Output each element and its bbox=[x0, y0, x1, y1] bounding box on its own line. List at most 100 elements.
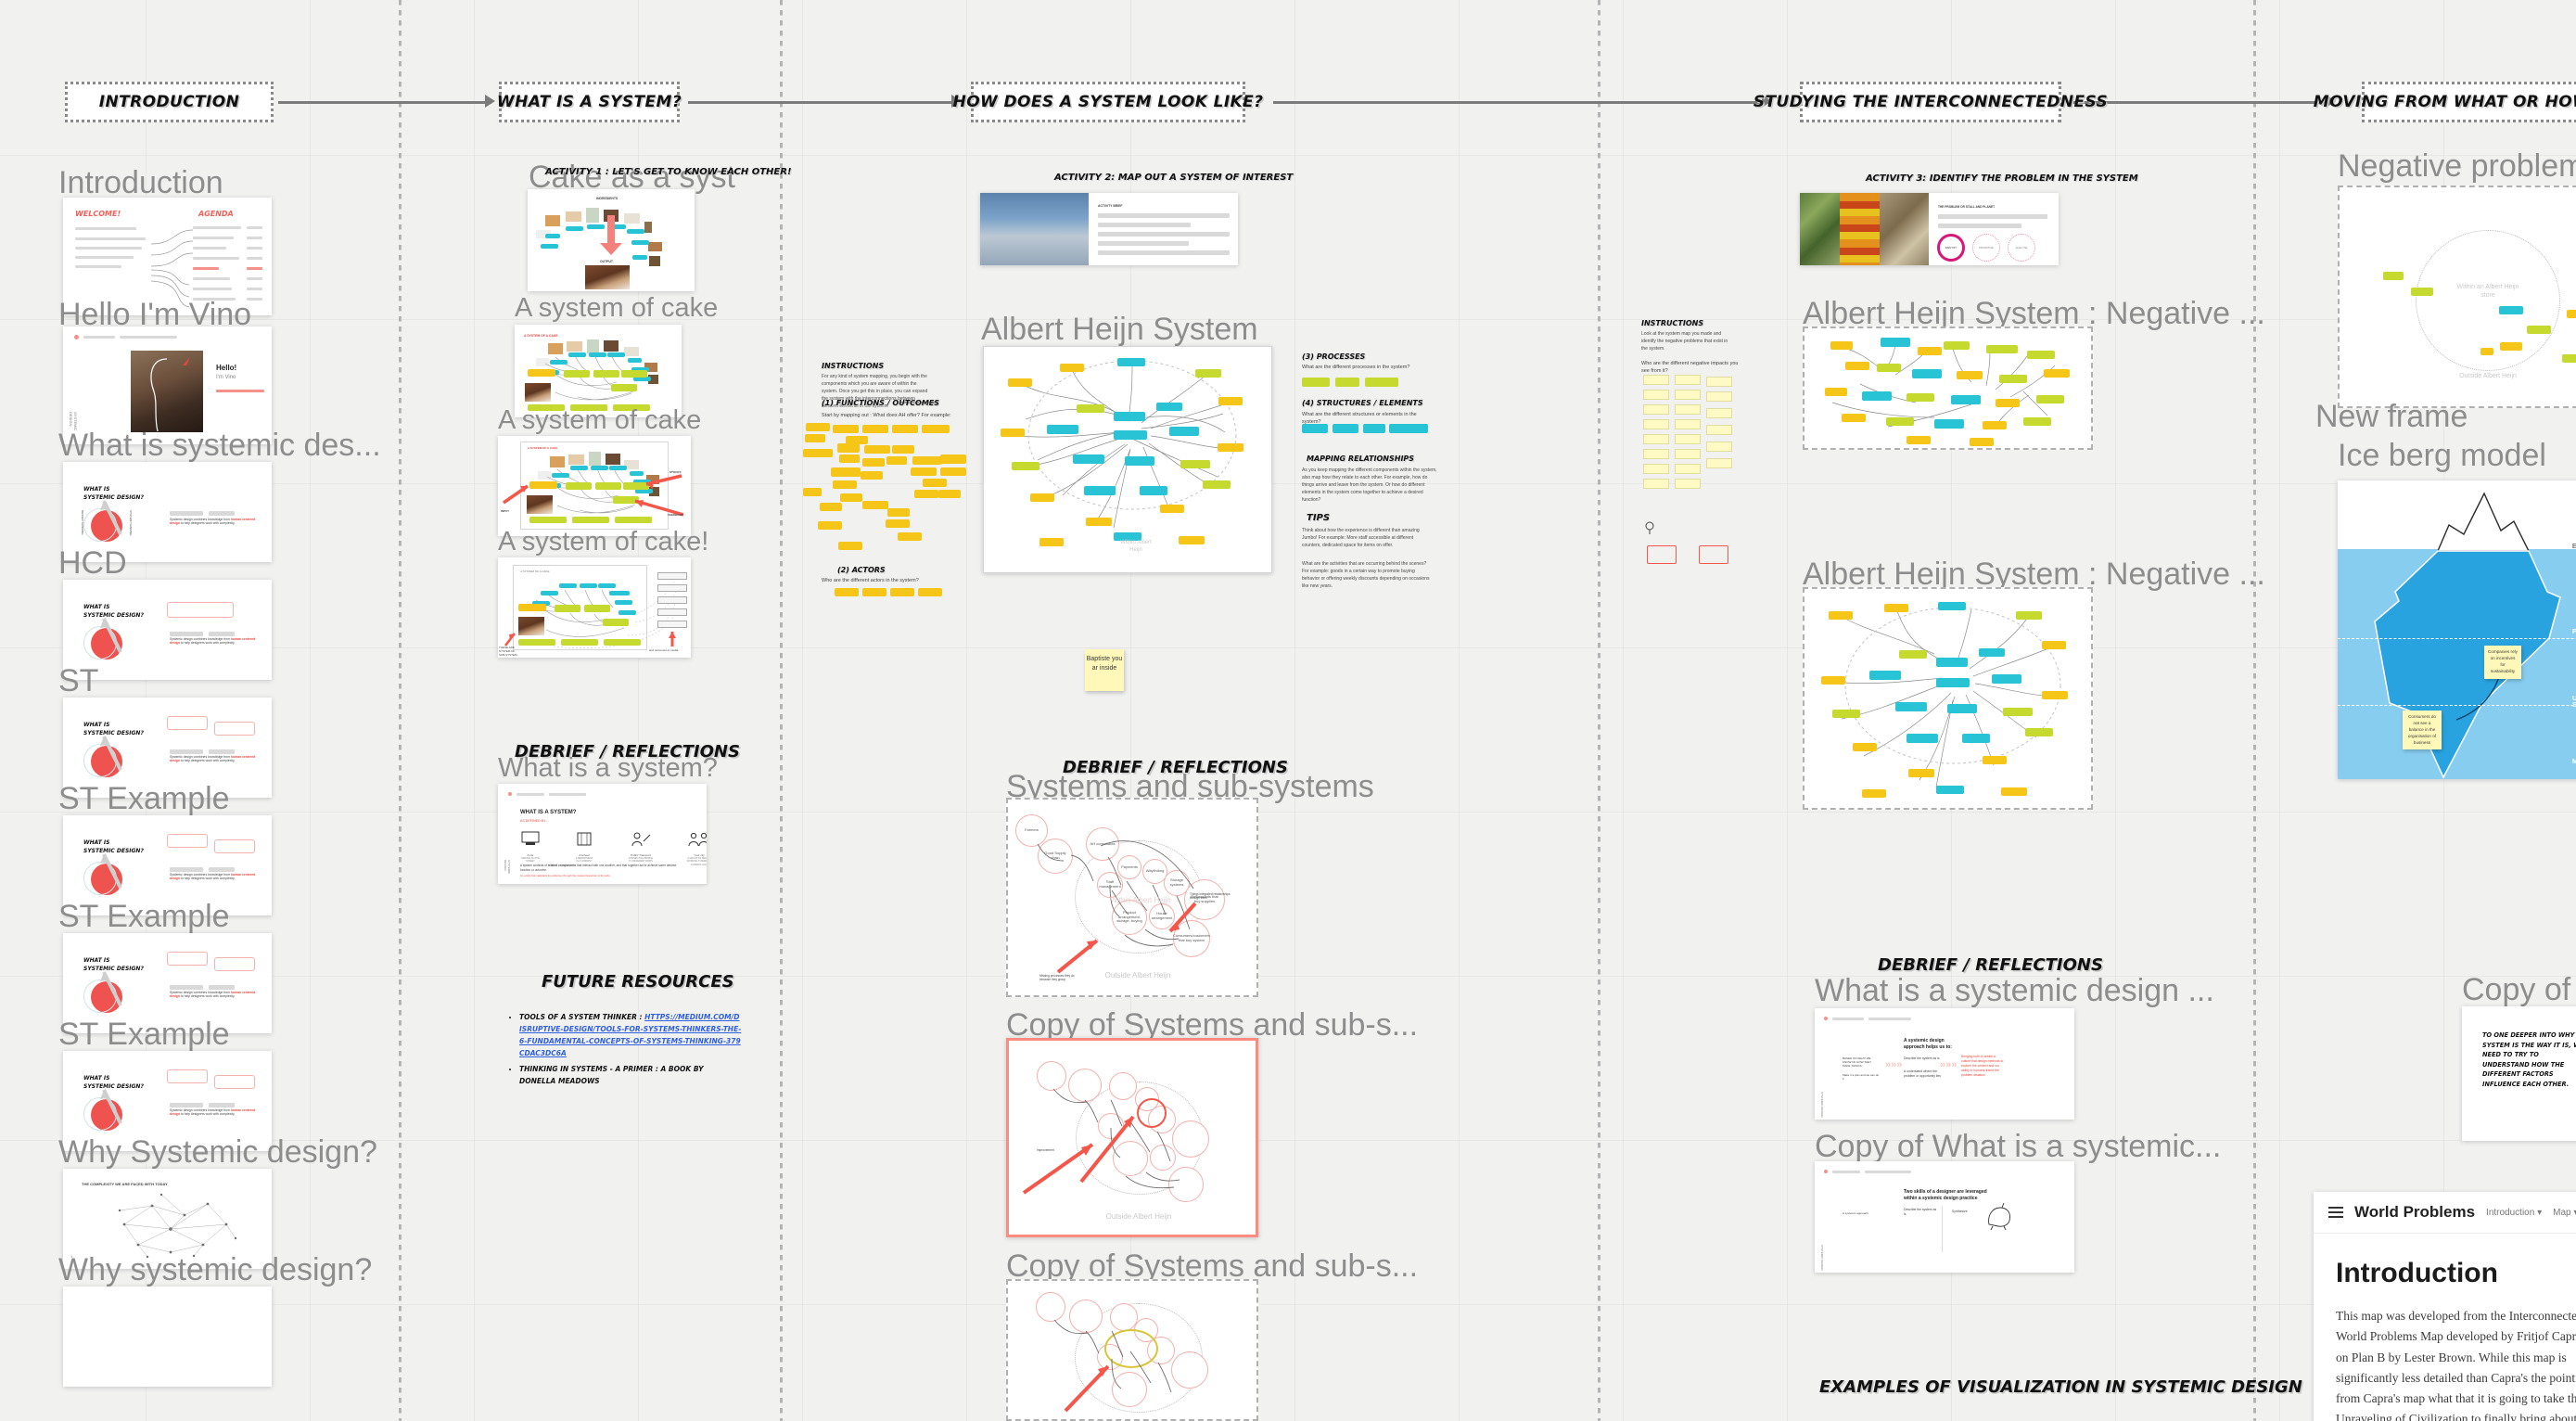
frame-title-albert-heijn-system: Albert Heijn System bbox=[981, 312, 1258, 347]
phase-header-how-does-a-system-look-like[interactable]: HOW DOES A SYSTEM LOOK LIKE? bbox=[953, 82, 1263, 122]
speech-bubble-2 bbox=[1699, 545, 1728, 564]
iceberg-sticky-1[interactable]: Companies rely on incentives for sustain… bbox=[2484, 646, 2521, 679]
iceberg-level-structures: Underlying Structures bbox=[2572, 696, 2576, 709]
brief-heading-3: THE PROBLEM OR STALL AND PLANET bbox=[1938, 205, 1996, 209]
agenda-rows bbox=[193, 226, 241, 301]
annotation-arrows bbox=[503, 474, 684, 517]
phase-header-what-is-a-system[interactable]: WHAT IS A SYSTEM? bbox=[496, 82, 682, 122]
annotation-right: Things integrated relationships through … bbox=[1190, 892, 1231, 901]
mapping-relationships-body: As you keep mapping the different compon… bbox=[1302, 467, 1437, 503]
systems-subsystems-diagram-2[interactable]: Improvement Outside Albert Heijn bbox=[1006, 1038, 1258, 1237]
sticky-note-baptiste[interactable]: Baptiste you ar inside bbox=[1085, 649, 1124, 691]
mapping-relationships-label: MAPPING RELATIONSHIPS bbox=[1307, 454, 1415, 463]
frame-title-a-system-of-cake-1: A system of cake bbox=[515, 293, 719, 323]
slide-card-st-example-2[interactable]: WHAT IS SYSTEMIC DESIGN? Systemic design … bbox=[63, 815, 272, 915]
iceberg-shape bbox=[2374, 492, 2561, 779]
step-3-title: (3) PROCESSES bbox=[1302, 352, 1366, 361]
slide-card-st[interactable]: WHAT IS SYSTEMIC DESIGN? Systemic design … bbox=[63, 580, 272, 680]
slide-card-systemic-design-2[interactable]: Two skills of a designer are leveraged w… bbox=[1815, 1161, 2074, 1273]
doc-menu-introduction[interactable]: Introduction ▾ bbox=[2486, 1208, 2542, 1218]
frame-title-introduction: Introduction bbox=[58, 165, 223, 200]
doc-toolbar[interactable]: World Problems Introduction ▾ Map ▾ bbox=[2314, 1192, 2576, 1234]
section-label-examples: EXAMPLES OF VISUALIZATION IN SYSTEMIC DE… bbox=[1819, 1377, 2302, 1397]
step-1-question: Start by mapping out : What does AH offe… bbox=[822, 413, 951, 418]
phase-label: WHAT IS A SYSTEM? bbox=[496, 93, 682, 111]
phase-label: MOVING FROM WHAT OR HOW TO WHY bbox=[2313, 93, 2576, 111]
doc-paragraph: This map was developed from the Intercon… bbox=[2336, 1309, 2576, 1421]
whiteboard-canvas[interactable]: INTRODUCTION WHAT IS A SYSTEM? HOW DOES … bbox=[0, 0, 2576, 1421]
instructions-label-3: INSTRUCTIONS bbox=[1641, 319, 1704, 327]
iceberg-model-diagram[interactable]: Events Patterns / Trends Underlying Stru… bbox=[2338, 480, 2576, 779]
neg-outer-label: Outside Albert Heijn bbox=[2459, 373, 2517, 379]
slide-card-extra[interactable] bbox=[63, 1287, 272, 1387]
albert-heijn-system-map[interactable]: Within Albert Heijn bbox=[983, 346, 1272, 573]
iceberg-level-mental-models: Mental Models bbox=[2572, 759, 2576, 765]
section-label-future-resources: FUTURE RESOURCES bbox=[542, 972, 734, 992]
section-label-debrief-systemic: DEBRIEF / REFLECTIONS bbox=[1878, 955, 2103, 975]
lane-divider-1 bbox=[399, 0, 402, 1421]
frame-title-copy-of-from: Copy of From bbox=[2462, 972, 2576, 1007]
brief-heading: ACTIVITY BRIEF bbox=[1098, 204, 1123, 208]
frame-title-what-is-a-systemic-design: What is a systemic design ... bbox=[1815, 973, 2214, 1008]
systems-subsystems-diagram-1[interactable]: Farmers Good Supply chain AH consultants… bbox=[1006, 798, 1258, 997]
iceberg-level-patterns: Patterns / Trends bbox=[2572, 629, 2576, 635]
slide-card-st-example-1[interactable]: WHAT IS SYSTEMIC DESIGN? Systemic design … bbox=[63, 698, 272, 798]
debrief-icon-row: A car DRIVING ON THE STREET A school A DE… bbox=[518, 830, 707, 866]
world-problems-document[interactable]: World Problems Introduction ▾ Map ▾ Intr… bbox=[2314, 1192, 2576, 1421]
group-icon bbox=[688, 832, 707, 847]
speech-bubble-1 bbox=[1647, 545, 1677, 564]
future-resource-item[interactable]: THINKING IN SYSTEMS - A PRIMER : A BOOK … bbox=[519, 1063, 742, 1087]
arrow-note-left: INPUT bbox=[501, 509, 509, 513]
from-card-text: TO ONE DEEPER INTO WHY A SYSTEM IS THE W… bbox=[2482, 1031, 2576, 1088]
slide-card-cake-ingredients[interactable]: INGREDIENTS OUTPUT bbox=[528, 189, 695, 291]
hamburger-menu-icon[interactable] bbox=[2328, 1207, 2343, 1218]
slide-card-systemic-design-1[interactable]: A systemic design approach helps us to: … bbox=[1815, 1008, 2074, 1120]
slide-card-activity-3-brief[interactable]: THE PROBLEM OR STALL AND PLANET IDENTIFY… bbox=[1800, 193, 2059, 265]
phase-header-studying-the-interconnectedness[interactable]: STUDYING THE INTERCONNECTEDNESS bbox=[1753, 82, 2108, 122]
slide-card-st-example-3[interactable]: WHAT IS SYSTEMIC DESIGN? Systemic design … bbox=[63, 933, 272, 1033]
arrow-note-right-top: STOCKS bbox=[670, 470, 682, 474]
doc-menu-map[interactable]: Map ▾ bbox=[2553, 1208, 2576, 1218]
ah-negative-map-2[interactable] bbox=[1803, 587, 2093, 810]
slide-card-why-systemic-design-1[interactable]: WHAT IS SYSTEMIC DESIGN? Systemic design … bbox=[63, 1051, 272, 1151]
ah-negative-map-1[interactable] bbox=[1803, 326, 2093, 450]
neg-inner-label: Within an Albert Heijn store bbox=[2456, 284, 2519, 299]
step-4-title: (4) STRUCTURES / ELEMENTS bbox=[1302, 399, 1423, 407]
slide-card-copy-of-from[interactable]: TO ONE DEEPER INTO WHY A SYSTEM IS THE W… bbox=[2462, 1006, 2576, 1141]
tips-label: TIPS bbox=[1307, 513, 1331, 523]
arrow-note-right-bottom: FEEDBACK bbox=[668, 513, 683, 517]
systemic-col3: Bringing both to create a culture that d… bbox=[1961, 1055, 2004, 1078]
timeline-segment-1 bbox=[278, 101, 491, 104]
slide-card-cake-map-1[interactable]: A SYSTEM OF A CAKE bbox=[515, 325, 682, 417]
resource-label: THINKING IN SYSTEMS - A PRIMER : A BOOK … bbox=[519, 1064, 704, 1085]
slide-card-what-is-a-system[interactable]: WHAT IS A SYSTEM? AS DEFINED BY... A car… bbox=[498, 784, 707, 884]
iceberg-sticky-2[interactable]: Consumers do not see a balance in the or… bbox=[2403, 710, 2442, 749]
photo-supermarket bbox=[980, 193, 1089, 265]
timeline-segment-2 bbox=[688, 101, 957, 104]
systems-subsyst-diagram-3[interactable] bbox=[1006, 1279, 1258, 1421]
systemic-2-col1: Describe the system as is bbox=[1904, 1208, 1937, 1217]
step-2-question: Who are the different actors in the syst… bbox=[822, 578, 919, 583]
network-graphic bbox=[118, 1193, 237, 1259]
slide-card-cake-map-3[interactable]: A SYSTEM OF A CAKE THESE ARE SYSTEM OF S… bbox=[498, 557, 691, 658]
phase-header-moving-from-what-or-how-to-why[interactable]: MOVING FROM WHAT OR HOW TO WHY bbox=[2314, 82, 2576, 122]
future-resource-item[interactable]: TOOLS OF A SYSTEM THINKER : HTTPS://MEDI… bbox=[519, 1011, 742, 1060]
person-writing-icon bbox=[631, 832, 651, 847]
greeting-text: Hello! bbox=[216, 364, 237, 372]
slide-card-activity-2-brief[interactable]: ACTIVITY BRIEF bbox=[980, 193, 1238, 265]
lane-divider-3 bbox=[1598, 0, 1600, 1421]
slide-card-cake-map-2[interactable]: A SYSTEM OF A CAKE INPUT STOCKS FEEDBACK bbox=[498, 436, 691, 536]
step-2-title: (2) ACTORS bbox=[837, 566, 886, 574]
activity-label-2: ACTIVITY 2: MAP OUT A SYSTEM OF INTEREST bbox=[1054, 173, 1294, 183]
phase-header-introduction[interactable]: INTRODUCTION bbox=[65, 82, 274, 122]
slide-card-hcd[interactable]: WHAT IS SYSTEMIC DESIGN? DESIGN THINKING … bbox=[63, 462, 272, 562]
outer-label: Outside Albert Heijn bbox=[1104, 971, 1171, 979]
debrief-sub: AS DEFINED BY... bbox=[520, 819, 548, 823]
negative-problems-map[interactable]: Within an Albert Heijn store Outside Alb… bbox=[2338, 186, 2576, 408]
slide-card-what-is-systemic-design[interactable]: Hello! I'm Vino SYSTEMIC DESIGN bbox=[63, 326, 272, 444]
doc-brand: World Problems bbox=[2354, 1203, 2476, 1221]
slide-card-hello-im-vino[interactable]: WELCOME! AGENDA bbox=[63, 198, 272, 315]
agenda-times bbox=[247, 226, 262, 301]
activity-label-1: ACTIVITY 1 : LET'S GET TO KNOW EACH OTHE… bbox=[545, 167, 792, 177]
slide-card-why-systemic-design-2[interactable]: THE COMPLEXITY WE ARE FACED WITH TODAY 1 bbox=[63, 1169, 272, 1269]
